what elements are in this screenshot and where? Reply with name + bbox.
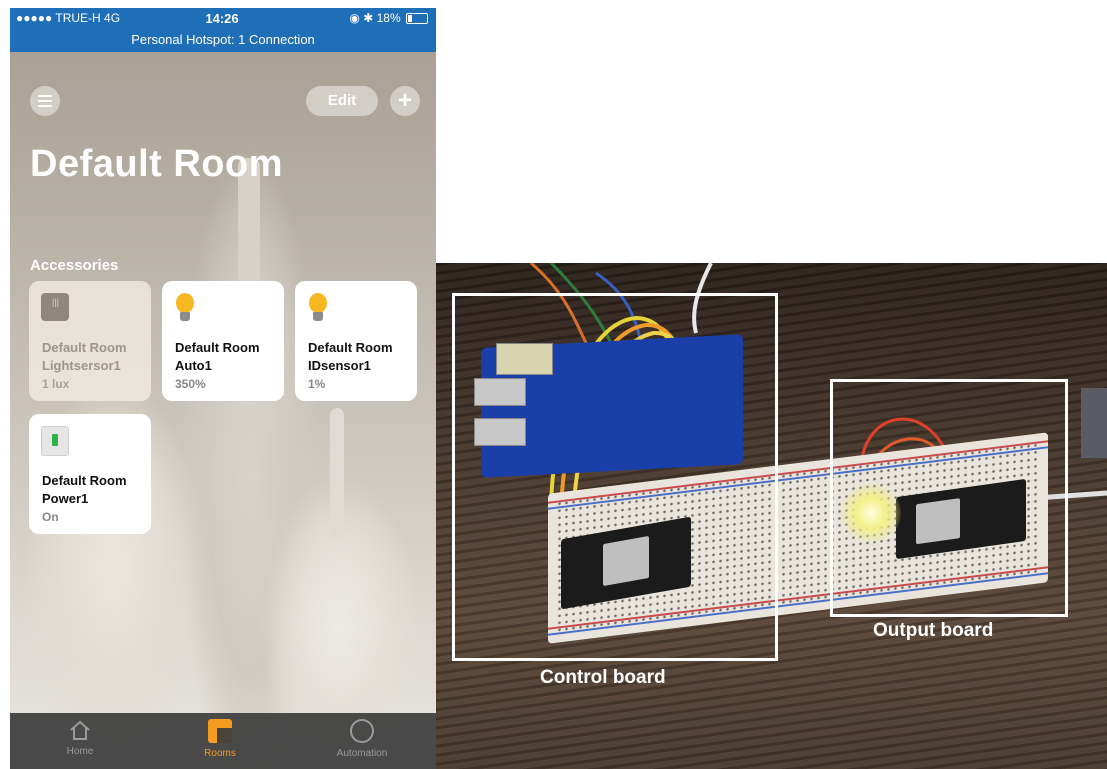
section-label-accessories: Accessories: [30, 257, 119, 274]
edit-button[interactable]: Edit: [306, 86, 378, 116]
status-bar: ●●●●● TRUE-H 4G 14:26 ◉ ✱ 18% Personal H…: [10, 8, 436, 52]
lightbulb-icon: [174, 293, 196, 325]
bluetooth-icon: ✱: [363, 11, 374, 25]
control-board-frame: [452, 293, 778, 661]
accessory-tile-auto[interactable]: Default Room Auto1 350%: [162, 281, 284, 401]
vase-decoration: [330, 408, 344, 538]
outlet-icon: [41, 426, 69, 456]
status-indicators: ◉ ✱ 18%: [349, 11, 428, 25]
accessory-status: 1%: [308, 377, 326, 391]
tab-bar: Home Rooms Automation: [10, 713, 436, 769]
lightbulb-icon: [307, 293, 329, 325]
home-icon: [70, 720, 90, 740]
hardware-photo: Control board Output board: [436, 263, 1107, 769]
accessory-name: Default Room Power1: [42, 473, 127, 506]
battery-icon: [406, 13, 428, 25]
output-board-label: Output board: [873, 620, 994, 641]
tab-automation[interactable]: Automation: [322, 719, 402, 759]
home-app-screenshot: ●●●●● TRUE-H 4G 14:26 ◉ ✱ 18% Personal H…: [10, 8, 436, 769]
accessory-name: Default Room Auto1: [175, 340, 260, 373]
accessory-name: Default Room Lightsersor1: [42, 340, 127, 373]
location-icon: ◉: [349, 11, 360, 25]
tab-home[interactable]: Home: [40, 719, 120, 757]
automation-icon: [350, 719, 374, 743]
light-sensor-icon: [41, 293, 69, 321]
accessory-tile-lightsensor[interactable]: Default Room Lightsersor1 1 lux: [29, 281, 151, 401]
list-icon: [38, 95, 52, 107]
rooms-list-button[interactable]: [30, 86, 60, 116]
tab-rooms[interactable]: Rooms: [180, 719, 260, 759]
accessory-tile-idsensor[interactable]: Default Room IDsensor1 1%: [295, 281, 417, 401]
rooms-icon: [208, 719, 232, 743]
add-button[interactable]: +: [390, 86, 420, 116]
output-board-frame: [830, 379, 1068, 617]
control-board-label: Control board: [540, 667, 666, 688]
edge-device: [1081, 388, 1107, 458]
accessory-name: Default Room IDsensor1: [308, 340, 393, 373]
accessory-tile-power[interactable]: Default Room Power1 On: [29, 414, 151, 534]
hotspot-banner[interactable]: Personal Hotspot: 1 Connection: [10, 32, 436, 47]
accessory-status: 1 lux: [42, 377, 70, 391]
accessory-status: On: [42, 510, 59, 524]
battery-percent: 18%: [376, 11, 401, 25]
page-title: Default Room: [30, 143, 283, 185]
accessory-status: 350%: [175, 377, 206, 391]
